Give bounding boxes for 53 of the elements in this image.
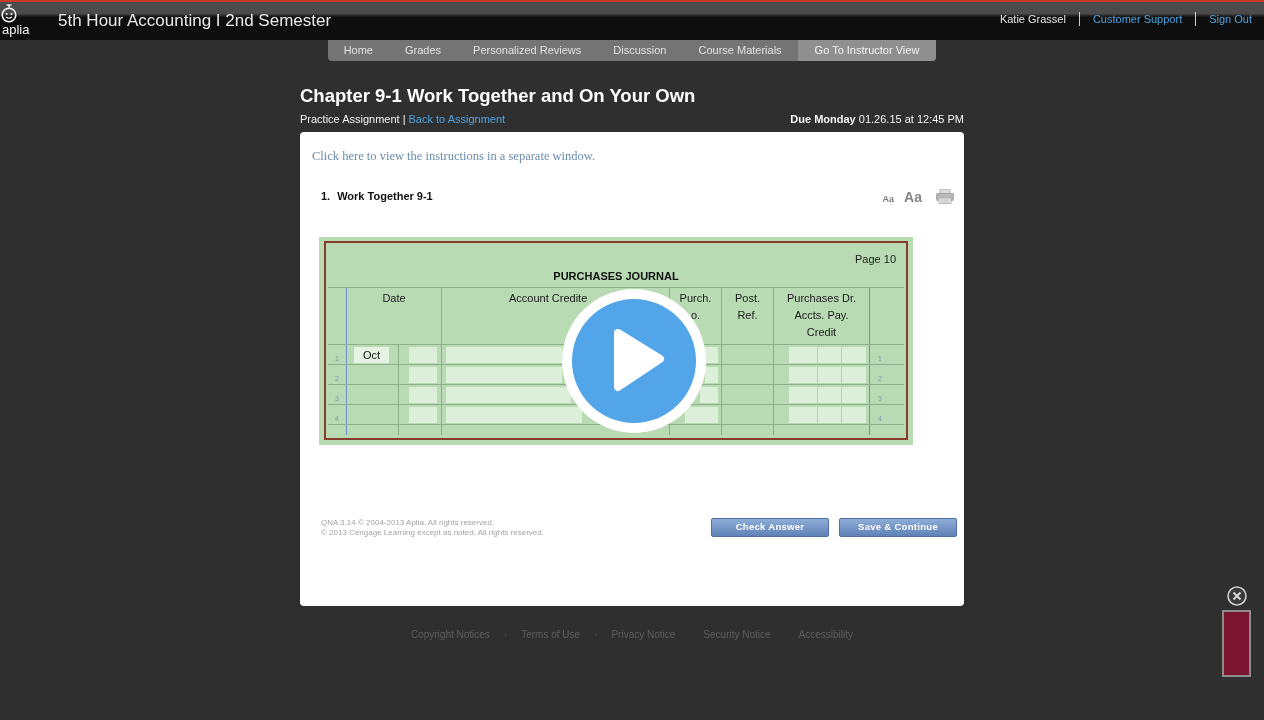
account-field[interactable] xyxy=(446,366,562,383)
copyright-text: © 2013 Cengage Learning except as noted. All rights reserved. xyxy=(321,528,544,538)
logo-text: aplia xyxy=(1,23,30,37)
action-button[interactable]: Check Answer xyxy=(711,518,829,537)
journal-title: PURCHASES JOURNAL xyxy=(553,269,679,284)
text-size-button[interactable]: Aa xyxy=(882,194,895,204)
day-field[interactable] xyxy=(409,366,437,383)
back-link[interactable]: Back to Assignment xyxy=(408,112,506,126)
assignment-type: Practice Assignment xyxy=(300,112,400,126)
copyright-text: QNA 3.14 © 2004-2013 Aplia. All rights reserved. xyxy=(321,518,496,528)
day-field[interactable] xyxy=(409,386,437,403)
purchase-number-field[interactable] xyxy=(705,346,718,363)
column-header: Account Credite xyxy=(509,291,588,306)
amount-field[interactable] xyxy=(789,346,866,363)
column-header: Post. Ref. xyxy=(734,291,761,323)
account-field[interactable] xyxy=(446,406,582,423)
logo-icon xyxy=(0,4,18,23)
separator: | xyxy=(402,112,406,126)
assignment-title: Chapter 9-1 Work Together and On Your Own xyxy=(300,85,696,107)
column-header: Date xyxy=(382,291,406,306)
amount-field[interactable] xyxy=(789,386,866,403)
user-name: Katie Grassel xyxy=(999,12,1066,26)
purchase-number-field[interactable] xyxy=(705,366,718,383)
nav-tab[interactable]: Discussion xyxy=(597,40,683,61)
account-field[interactable] xyxy=(446,386,571,403)
question-number: 1. xyxy=(321,189,331,203)
instructions-link[interactable]: Click here to view the instructions in a separate window. xyxy=(312,149,596,163)
amount-field[interactable] xyxy=(789,406,866,423)
month-field[interactable]: Oct xyxy=(354,346,389,363)
account-field[interactable] xyxy=(446,346,562,363)
course-title: 5th Hour Accounting I 2nd Semester xyxy=(58,11,332,31)
separator-dot: · xyxy=(503,629,508,641)
amount-field[interactable] xyxy=(789,366,866,383)
purchase-number-field[interactable] xyxy=(685,406,718,423)
nav-tab[interactable]: Grades xyxy=(388,40,458,61)
separator-dot: · xyxy=(594,629,598,641)
nav-tab[interactable]: Course Materials xyxy=(682,40,798,61)
close-icon[interactable] xyxy=(1226,586,1247,606)
header-link[interactable]: Customer Support xyxy=(1092,12,1183,26)
purchase-number-field[interactable] xyxy=(700,386,718,403)
day-field[interactable] xyxy=(409,346,437,363)
page-number: Page 10 xyxy=(855,252,896,267)
due-date: Due Monday 01.26.15 at 12:45 PM xyxy=(790,112,964,126)
day-field[interactable] xyxy=(409,406,437,423)
header-link[interactable]: Sign Out xyxy=(1209,12,1252,26)
action-button[interactable]: Save & Continue xyxy=(839,518,957,537)
column-header: Purch. o. xyxy=(679,291,712,323)
question-title: Work Together 9-1 xyxy=(337,189,433,203)
printer-icon[interactable] xyxy=(936,188,954,204)
nav-tab[interactable]: Personalized Reviews xyxy=(457,40,598,61)
text-size-button[interactable]: Aa xyxy=(904,189,922,204)
nav-tab[interactable]: Home xyxy=(327,40,389,61)
column-header: Purchases Dr. Accts. Pay. Credit xyxy=(786,291,857,340)
